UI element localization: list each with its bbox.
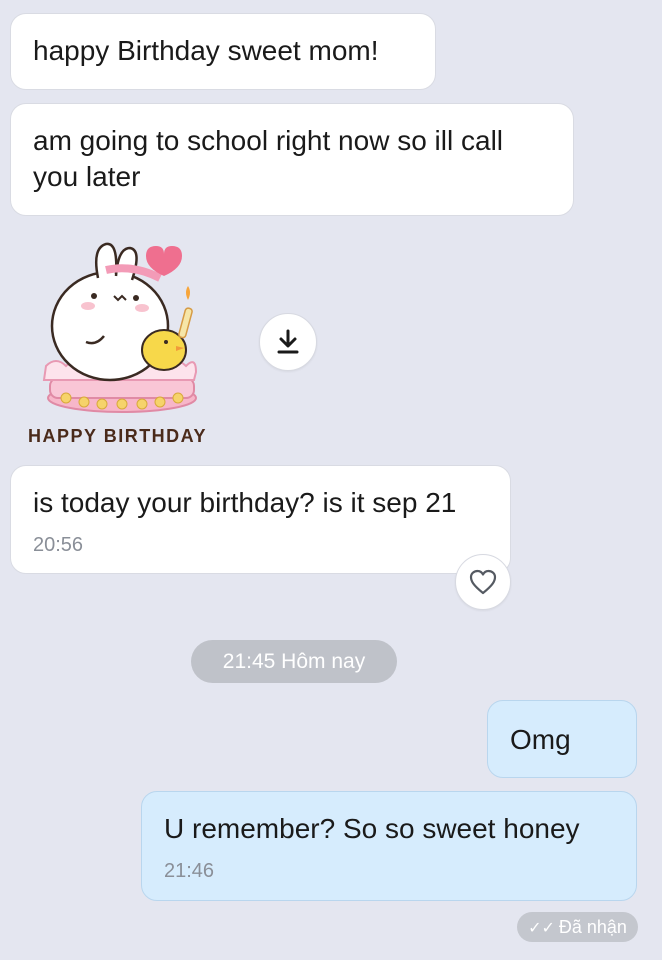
- incoming-message[interactable]: am going to school right now so ill call…: [10, 103, 574, 216]
- date-divider: 21:45 Hôm nay: [191, 640, 397, 683]
- birthday-sticker[interactable]: [36, 238, 208, 416]
- delivery-status-text: Đã nhận: [558, 917, 627, 937]
- react-heart-button[interactable]: [455, 554, 511, 610]
- heart-icon: [469, 569, 497, 595]
- message-text: Omg: [510, 724, 571, 755]
- outgoing-message[interactable]: U remember? So so sweet honey 21:46: [141, 791, 637, 901]
- download-button[interactable]: [259, 313, 317, 371]
- message-text: am going to school right now so ill call…: [33, 125, 504, 192]
- incoming-message[interactable]: is today your birthday? is it sep 21 20:…: [10, 465, 511, 574]
- download-icon: [277, 329, 299, 354]
- message-time: 21:46: [164, 860, 215, 882]
- message-text: happy Birthday sweet mom!: [33, 35, 379, 66]
- message-text: is today your birthday? is it sep 21: [33, 487, 457, 518]
- sticker-caption: HAPPY BIRTHDAY: [28, 426, 208, 446]
- bunny-cake-illustration: [42, 242, 198, 413]
- outgoing-message[interactable]: Omg: [487, 700, 637, 778]
- double-check-icon: ✓✓: [528, 920, 555, 937]
- delivery-status-badge: ✓✓ Đã nhận: [517, 912, 638, 942]
- message-text: U remember? So so sweet honey: [164, 813, 580, 844]
- message-time: 20:56: [33, 534, 84, 556]
- incoming-message[interactable]: happy Birthday sweet mom!: [10, 13, 436, 90]
